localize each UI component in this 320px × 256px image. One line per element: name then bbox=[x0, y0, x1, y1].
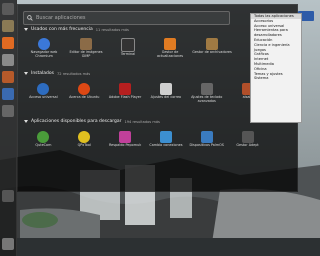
app-tile[interactable]: QPxTool bbox=[64, 131, 105, 148]
mail-icon[interactable] bbox=[2, 54, 14, 66]
app-tile[interactable]: Gestor de actualizaciones bbox=[149, 38, 191, 59]
app-label: QuteCom bbox=[35, 143, 52, 147]
backup-icon bbox=[119, 131, 132, 143]
search-input[interactable]: Buscar aplicaciones bbox=[23, 11, 230, 25]
more-results[interactable]: 72 resultados más bbox=[57, 72, 90, 76]
installed-row: Acceso universal Acerca de Ubuntu Adobe … bbox=[23, 83, 268, 104]
frequent-row: Navegador web Chromium Editor de imágene… bbox=[23, 38, 268, 59]
expand-triangle-icon bbox=[24, 28, 28, 31]
flash-icon bbox=[119, 83, 132, 95]
ubuntu-icon bbox=[78, 83, 91, 95]
network-icon bbox=[159, 131, 172, 143]
gimp-icon bbox=[80, 38, 92, 50]
app-tile[interactable]: Adobe Flash Player bbox=[105, 83, 146, 104]
expand-triangle-icon bbox=[24, 120, 28, 123]
app-tile[interactable]: Acceso universal bbox=[23, 83, 64, 104]
app-tile[interactable]: QuteCom bbox=[23, 131, 64, 148]
search-placeholder: Buscar aplicaciones bbox=[36, 15, 86, 21]
keyboard-icon bbox=[200, 83, 213, 95]
app-tile[interactable]: Gestor Adept bbox=[227, 131, 268, 148]
app-tile[interactable]: Gestor de archivadores bbox=[191, 38, 233, 59]
app-label: Respaldo Pepomuk bbox=[108, 143, 142, 147]
section-installed[interactable]: Instalados 72 resultados más bbox=[24, 71, 90, 76]
adept-icon bbox=[241, 131, 254, 143]
app-label: Editor de imágenes GIMP bbox=[69, 50, 103, 58]
settings-icon[interactable] bbox=[2, 105, 14, 117]
app-label: Cambio conexiones bbox=[149, 143, 183, 147]
office-icon[interactable] bbox=[2, 88, 14, 100]
home-folder-icon[interactable] bbox=[2, 20, 14, 32]
trash-icon[interactable] bbox=[2, 238, 14, 250]
app-tile[interactable]: Ajustes de teclado avanzados bbox=[186, 83, 227, 104]
app-tile[interactable]: Dispositivos PalmOS bbox=[186, 131, 227, 148]
more-results[interactable]: 194 resultados más bbox=[124, 120, 159, 124]
software-center-icon[interactable] bbox=[2, 71, 14, 83]
workspaces-icon[interactable] bbox=[2, 190, 14, 202]
app-tile[interactable]: Ajustes del correo bbox=[145, 83, 186, 104]
section-frequent[interactable]: Usados con más frecuencia 11 resultados … bbox=[24, 27, 129, 32]
section-title: Aplicaciones disponibles para descargar bbox=[31, 119, 122, 124]
qutecom-icon bbox=[37, 131, 50, 143]
app-tile[interactable]: Navegador web Chromium bbox=[23, 38, 65, 59]
menu-item[interactable]: Sistema bbox=[251, 76, 301, 81]
app-label: QPxTool bbox=[77, 143, 91, 147]
section-download[interactable]: Aplicaciones disponibles para descargar … bbox=[24, 119, 160, 124]
app-label: Navegador web Chromium bbox=[30, 50, 58, 58]
archive-icon bbox=[206, 38, 218, 50]
mail-settings-icon bbox=[159, 83, 172, 95]
app-label: Acerca de Ubuntu bbox=[69, 95, 100, 99]
app-tile[interactable]: Respaldo Pepomuk bbox=[105, 131, 146, 148]
search-icon bbox=[24, 15, 36, 21]
category-dropdown-menu: Todas las aplicaciones Accesorios Acceso… bbox=[250, 13, 302, 123]
update-manager-icon bbox=[164, 38, 176, 50]
app-tile[interactable]: Acerca de Ubuntu bbox=[64, 83, 105, 104]
app-label: Ajustes de teclado avanzados bbox=[191, 95, 223, 103]
app-label: Dispositivos PalmOS bbox=[189, 143, 224, 147]
app-label: Acceso universal bbox=[29, 95, 58, 99]
terminal-icon bbox=[121, 38, 135, 52]
app-label: Ajustes del correo bbox=[150, 95, 182, 99]
download-row: QuteCom QPxTool Respaldo Pepomuk Cambio … bbox=[23, 131, 268, 148]
expand-triangle-icon bbox=[24, 72, 28, 75]
menu-item[interactable]: Herramientas para desarrolladores bbox=[251, 28, 301, 38]
app-tile[interactable]: Editor de imágenes GIMP bbox=[65, 38, 107, 59]
app-tile[interactable]: Terminal bbox=[107, 38, 149, 59]
browser-icon[interactable] bbox=[2, 37, 14, 49]
app-label: Gestor de actualizaciones bbox=[156, 50, 184, 58]
app-label: Gestor Adept bbox=[236, 143, 259, 147]
app-label: Gestor de archivadores bbox=[192, 50, 232, 54]
launcher-bar bbox=[0, 0, 17, 256]
app-label: Terminal bbox=[120, 52, 136, 56]
palm-icon bbox=[200, 131, 213, 143]
ubuntu-logo-icon[interactable] bbox=[2, 3, 14, 15]
more-results[interactable]: 11 resultados más bbox=[96, 28, 129, 32]
app-tile[interactable]: Cambio conexiones bbox=[145, 131, 186, 148]
qpxtool-icon bbox=[78, 131, 91, 143]
accessibility-icon bbox=[37, 83, 50, 95]
section-title: Usados con más frecuencia bbox=[31, 27, 93, 32]
section-title: Instalados bbox=[31, 71, 55, 76]
app-label: Adobe Flash Player bbox=[108, 95, 142, 99]
chromium-icon bbox=[38, 38, 50, 50]
